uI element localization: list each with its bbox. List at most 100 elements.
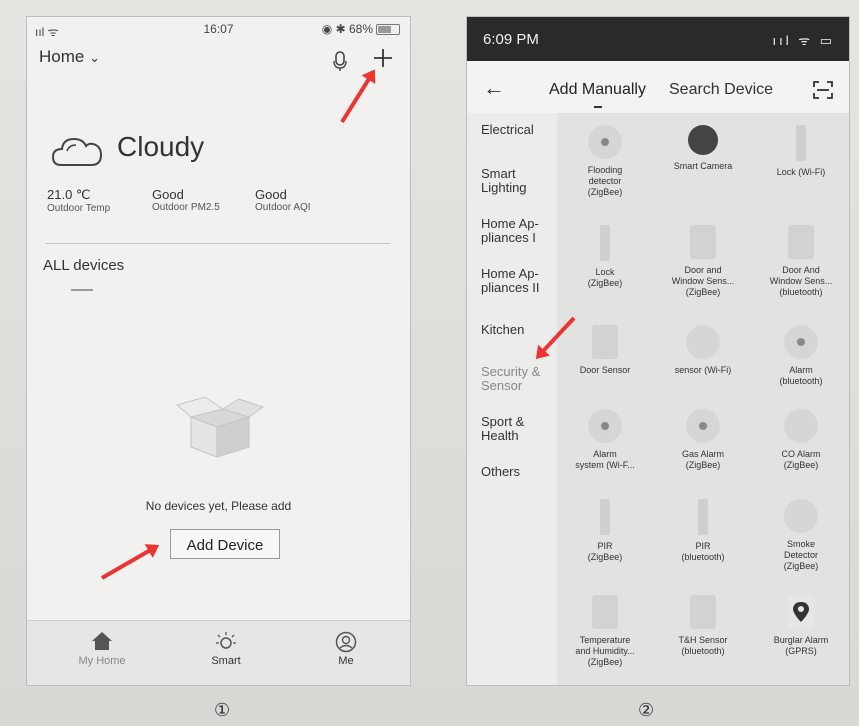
th-sensor-icon [690, 595, 716, 629]
chevron-down-icon: ⌄ [89, 50, 100, 65]
empty-box-icon [169, 387, 269, 459]
category-others[interactable]: Others [481, 465, 555, 479]
device-tile[interactable]: Door Sensor [557, 325, 653, 376]
category-kitchen[interactable]: Kitchen [481, 323, 555, 337]
status-right: ◉ ✱ 68% [322, 22, 400, 36]
device-tile[interactable]: CO Alarm (ZigBee) [753, 409, 849, 471]
device-label: Gas Alarm (ZigBee) [681, 449, 724, 470]
device-label: Flooding detector (ZigBee) [587, 165, 623, 197]
tab-indicator [594, 106, 602, 108]
tab-smart[interactable]: Smart [181, 631, 271, 667]
co-alarm-icon [784, 409, 818, 443]
device-label: Door and Window Sens... (ZigBee) [671, 265, 735, 297]
empty-message: No devices yet, Please add [145, 499, 292, 513]
device-tile[interactable]: Smoke Detector (ZigBee) [753, 499, 849, 572]
scan-icon[interactable] [813, 81, 833, 99]
status-bar: 6:09 PM ııl ᯤ ▭ [467, 17, 849, 61]
stat-label: Outdoor AQI [255, 202, 311, 213]
category-sport-health[interactable]: Sport & Health [481, 415, 555, 443]
device-tile[interactable]: Alarm (bluetooth) [753, 325, 849, 387]
device-grid: Flooding detector (ZigBee) Smart Camera … [557, 113, 849, 685]
bottom-tab-bar: My Home Smart Me [27, 620, 410, 685]
stat-value: 21.0 ℃ [47, 187, 91, 202]
device-label: CO Alarm (ZigBee) [781, 449, 821, 470]
lock-icon [600, 225, 610, 261]
back-arrow-icon[interactable]: ← [483, 75, 505, 101]
tab-search-device[interactable]: Search Device [669, 81, 773, 99]
device-tile[interactable]: sensor (Wi-Fi) [655, 325, 751, 376]
tab-label: My Home [78, 655, 126, 667]
device-label: Burglar Alarm (GPRS) [773, 635, 829, 656]
caption-1: ① [214, 700, 231, 720]
device-tile[interactable]: Burglar Alarm (GPRS) [753, 595, 849, 657]
device-label: Alarm system (Wi-F... [575, 449, 635, 470]
home-selector-label: Home [39, 47, 85, 66]
device-label: Alarm (bluetooth) [779, 365, 823, 386]
flood-sensor-icon [588, 125, 622, 159]
device-tile[interactable]: T&H Sensor (bluetooth) [655, 595, 751, 657]
sensor-icon [686, 325, 720, 359]
plus-icon[interactable] [373, 45, 393, 73]
stat-value: Good [152, 187, 184, 202]
tab-my-home[interactable]: My Home [57, 631, 147, 667]
device-tile[interactable]: Door and Window Sens... (ZigBee) [655, 225, 751, 298]
phone-screen-add-device: 6:09 PM ııl ᯤ ▭ ← Add Manually Search De… [466, 16, 850, 686]
device-tile[interactable]: PIR (bluetooth) [655, 499, 751, 563]
status-time: 6:09 PM [483, 31, 539, 48]
device-tile[interactable]: Gas Alarm (ZigBee) [655, 409, 751, 471]
caption-2: ② [638, 700, 655, 720]
device-tile[interactable]: Flooding detector (ZigBee) [557, 125, 653, 198]
gas-alarm-icon [686, 409, 720, 443]
category-security-sensor[interactable]: Security & Sensor [481, 365, 555, 393]
device-label: PIR (bluetooth) [681, 541, 725, 562]
device-tile[interactable]: Lock (ZigBee) [557, 225, 653, 289]
battery-icon [376, 24, 400, 36]
device-tile[interactable]: Alarm system (Wi-F... [557, 409, 653, 471]
category-smart-lighting[interactable]: Smart Lighting [481, 167, 555, 195]
tab-add-manually[interactable]: Add Manually [549, 81, 646, 99]
status-bar: ııl ᯤ 16:07 ◉ ✱ 68% [27, 17, 410, 43]
category-home-appliances-2[interactable]: Home Ap- pliances II [481, 267, 555, 295]
stat-label: Outdoor Temp [47, 203, 111, 214]
cloud-icon [51, 133, 103, 169]
category-home-appliances-1[interactable]: Home Ap- pliances I [481, 217, 555, 245]
stat-outdoor-pm25: Good Outdoor PM2.5 [152, 187, 220, 213]
device-tile[interactable]: PIR (ZigBee) [557, 499, 653, 563]
camera-icon [688, 125, 718, 155]
device-label: Door And Window Sens... (bluetooth) [769, 265, 833, 297]
temperature-sensor-icon [592, 595, 618, 629]
add-device-button[interactable]: Add Device [170, 529, 280, 559]
device-label: Lock (Wi-Fi) [776, 167, 826, 177]
device-label: sensor (Wi-Fi) [674, 365, 732, 375]
category-sidebar: Electrical Smart Lighting Home Ap- plian… [467, 113, 557, 685]
mic-icon[interactable] [333, 51, 347, 71]
home-selector[interactable]: Home ⌄ [39, 47, 100, 67]
category-electrical[interactable]: Electrical [481, 123, 555, 137]
tab-label: Smart [211, 655, 241, 667]
tab-me[interactable]: Me [301, 631, 391, 667]
tab-all-devices[interactable]: ALL devices [43, 257, 124, 274]
device-tile[interactable]: Temperature and Humidity... (ZigBee) [557, 595, 653, 668]
weather-condition: Cloudy [117, 131, 205, 162]
device-label: PIR (ZigBee) [587, 541, 623, 562]
device-label: Smart Camera [673, 161, 733, 171]
device-label: Door Sensor [579, 365, 631, 375]
device-tile[interactable]: Smart Camera [655, 125, 751, 172]
stat-value: Good [255, 187, 287, 202]
status-icons: ııl ᯤ ▭ [772, 33, 835, 48]
device-tile[interactable]: Lock (Wi-Fi) [753, 125, 849, 178]
door-sensor-icon [690, 225, 716, 259]
device-label: T&H Sensor (bluetooth) [678, 635, 728, 656]
smart-icon [181, 631, 271, 655]
device-tile[interactable]: Door And Window Sens... (bluetooth) [753, 225, 849, 298]
phone-screen-home: ııl ᯤ 16:07 ◉ ✱ 68% Home ⌄ Cloudy 21.0 ℃… [26, 16, 411, 686]
pir-sensor-icon [600, 499, 610, 535]
home-icon [57, 631, 147, 655]
alarm-icon [784, 325, 818, 359]
stat-outdoor-temp: 21.0 ℃ Outdoor Temp [47, 187, 110, 214]
nav-bar: ← Add Manually Search Device [467, 61, 849, 113]
alarm-icon [588, 409, 622, 443]
tab-indicator [71, 289, 93, 291]
tab-label: Me [338, 655, 354, 667]
divider [45, 243, 390, 244]
